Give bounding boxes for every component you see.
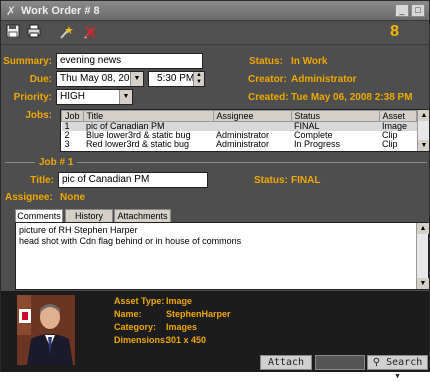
assignee-label: Assignee: xyxy=(5,192,53,203)
search-icon: ⚲ xyxy=(372,357,381,368)
column-header-assignee[interactable]: Assignee xyxy=(212,110,292,122)
tab-attachments[interactable]: Attachments xyxy=(114,209,171,223)
assignee-value: None xyxy=(60,192,85,203)
asset-type-label: Asset Type: xyxy=(114,296,165,306)
comment-line: head shot with Cdn flag behind or in hou… xyxy=(19,236,242,246)
table-row[interactable]: 3 Red lower3rd & static bug Administrato… xyxy=(62,140,417,149)
job-title-label: Title: xyxy=(30,175,54,186)
column-header-asset[interactable]: Asset xyxy=(378,110,418,122)
disabled-button xyxy=(315,355,365,370)
asset-name-value: StephenHarper xyxy=(166,309,231,319)
spinner-arrows-icon[interactable]: ▲ ▼ xyxy=(193,72,204,86)
job-number-label: Job # 1 xyxy=(39,157,74,168)
jobs-table[interactable]: Job Title Assignee Status Asset 1 pic of… xyxy=(60,109,430,152)
search-button-label: Search xyxy=(386,357,423,368)
scroll-up-icon[interactable]: ▲ xyxy=(418,110,429,121)
tab-comments[interactable]: Comments xyxy=(15,209,63,223)
created-label: Created: xyxy=(248,92,289,103)
chevron-down-icon: ▼ xyxy=(395,372,400,380)
summary-input[interactable]: evening news xyxy=(56,53,203,69)
asset-category-label: Category: xyxy=(114,322,157,332)
cell-asset: Clip xyxy=(382,139,398,149)
work-order-window: ✗ Work Order # 8 _ □ 8 Summary: evening … xyxy=(0,0,430,380)
job-status-label: Status: xyxy=(254,175,288,186)
work-order-number: 8 xyxy=(390,23,399,40)
priority-label: Priority: xyxy=(13,92,52,103)
asset-type-value: Image xyxy=(166,296,193,306)
chevron-down-icon: ▼ xyxy=(119,90,132,104)
chevron-down-icon: ▼ xyxy=(130,72,143,86)
status-label: Status: xyxy=(249,56,283,67)
creator-value: Administrator xyxy=(291,74,357,85)
wand-delete-icon[interactable] xyxy=(81,24,99,42)
scroll-up-icon[interactable]: ▲ xyxy=(417,223,429,234)
creator-label: Creator: xyxy=(248,74,287,85)
comments-textarea[interactable]: picture of RH Stephen Harper head shot w… xyxy=(15,222,429,290)
cell-job: 3 xyxy=(64,139,70,149)
asset-category-value: Images xyxy=(166,322,198,332)
comments-scrollbar[interactable]: ▲ ▼ xyxy=(416,223,429,289)
scroll-down-icon[interactable]: ▼ xyxy=(417,278,429,289)
due-date-select[interactable]: Thu May 08, 2008 ▼ xyxy=(56,71,144,87)
job-section-header: Job # 1 xyxy=(1,157,429,169)
asset-thumbnail[interactable] xyxy=(17,295,75,365)
title-bar: ✗ Work Order # 8 _ □ xyxy=(1,1,429,21)
tab-history[interactable]: History xyxy=(65,209,113,223)
asset-name-label: Name: xyxy=(114,309,142,319)
magic-wand-icon[interactable] xyxy=(57,24,75,42)
jobs-scrollbar[interactable]: ▲ ▼ xyxy=(417,110,429,151)
priority-select[interactable]: HIGH ▼ xyxy=(56,89,133,105)
created-value: Tue May 06, 2008 2:38 PM xyxy=(291,92,413,103)
due-label: Due: xyxy=(29,74,52,85)
cell-title: Red lower3rd & static bug xyxy=(86,139,190,149)
column-header-title[interactable]: Title xyxy=(82,110,214,122)
save-icon[interactable] xyxy=(4,24,22,42)
search-button[interactable]: ⚲ Search ▼ xyxy=(367,355,428,380)
scroll-down-icon[interactable]: ▼ xyxy=(418,140,429,151)
asset-dimensions-label: Dimensions: xyxy=(114,335,169,345)
comment-line: picture of RH Stephen Harper xyxy=(19,225,138,235)
column-header-job[interactable]: Job xyxy=(61,110,84,122)
jobs-label: Jobs: xyxy=(25,110,52,121)
summary-label: Summary: xyxy=(3,56,52,67)
maximize-button[interactable]: □ xyxy=(411,4,425,17)
cell-assignee: Administrator xyxy=(216,139,270,149)
print-icon[interactable] xyxy=(25,24,43,42)
app-icon: ✗ xyxy=(5,3,17,18)
attach-button[interactable]: Attach xyxy=(260,355,312,370)
asset-panel: Asset Type: Image Name: StephenHarper Ca… xyxy=(1,291,429,380)
minimize-button[interactable]: _ xyxy=(395,4,409,17)
job-status-value: FINAL xyxy=(291,175,321,186)
toolbar: 8 xyxy=(1,21,429,45)
asset-dimensions-value: 301 x 450 xyxy=(166,335,207,345)
cell-status: In Progress xyxy=(294,139,341,149)
window-title: Work Order # 8 xyxy=(21,4,100,17)
column-header-status[interactable]: Status xyxy=(290,110,380,122)
status-value: In Work xyxy=(291,56,328,67)
due-time-stepper[interactable]: 5:30 PM ▲ ▼ xyxy=(148,71,205,87)
job-title-input[interactable]: pic of Canadian PM xyxy=(58,172,208,188)
table-header-row: Job Title Assignee Status Asset xyxy=(61,110,418,122)
